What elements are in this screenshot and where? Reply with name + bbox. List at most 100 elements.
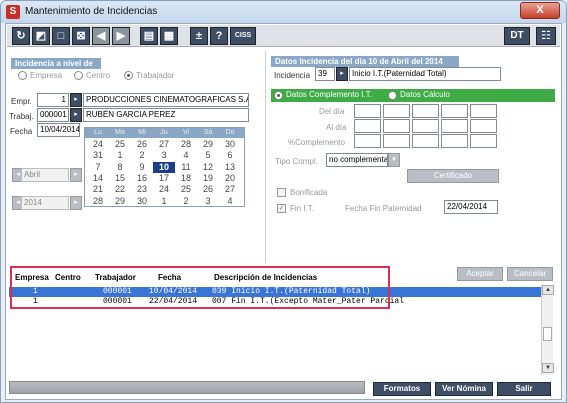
calendar-day[interactable]: 14 xyxy=(87,173,109,184)
refresh-icon[interactable]: ↻ xyxy=(12,27,30,45)
calendar-day[interactable]: 23 xyxy=(131,184,153,195)
year-next-button[interactable]: ▸ xyxy=(70,196,82,210)
empr-lookup-button[interactable]: ▸ xyxy=(70,93,82,107)
calendar-day[interactable]: 24 xyxy=(87,139,109,150)
complemento-field-1[interactable] xyxy=(354,134,381,148)
calendar-day[interactable]: 17 xyxy=(153,173,175,184)
calendar-day[interactable]: 27 xyxy=(153,139,175,150)
al-dia-field-4[interactable] xyxy=(441,119,468,133)
calendar-day[interactable]: 24 xyxy=(153,184,175,195)
certificado-button[interactable]: Certificado xyxy=(407,169,499,183)
new-record-icon[interactable]: □ xyxy=(52,27,70,45)
fin-it-checkbox[interactable]: ✓ xyxy=(277,204,286,213)
calendar-day[interactable]: 5 xyxy=(197,150,219,161)
calendar-day[interactable]: 3 xyxy=(153,150,175,161)
calendar-day[interactable]: 30 xyxy=(219,139,241,150)
calendar-day[interactable]: 1 xyxy=(109,150,131,161)
calendar-day[interactable]: 29 xyxy=(109,196,131,207)
calendar-day[interactable]: 9 xyxy=(131,162,153,173)
calendar-day[interactable]: 2 xyxy=(175,196,197,207)
calendar-day[interactable]: 19 xyxy=(197,173,219,184)
horizontal-scrollbar[interactable] xyxy=(9,381,365,394)
incidencia-code-field[interactable]: 39 xyxy=(315,67,335,81)
trabaj-lookup-button[interactable]: ▸ xyxy=(70,108,82,122)
al-dia-field-2[interactable] xyxy=(383,119,410,133)
calendar-day[interactable]: 31 xyxy=(87,150,109,161)
next-icon[interactable]: ▶ xyxy=(112,27,130,45)
calendar-day[interactable]: 18 xyxy=(175,173,197,184)
settings-icon[interactable]: ☷ xyxy=(536,27,556,45)
fecha-field[interactable]: 10/04/2014 xyxy=(37,123,80,137)
calendar-day[interactable]: 7 xyxy=(87,162,109,173)
calendar-day[interactable]: 20 xyxy=(219,173,241,184)
formatos-button[interactable]: Formatos xyxy=(373,382,431,396)
scroll-up-icon[interactable]: ▲ xyxy=(542,285,554,295)
scroll-thumb[interactable] xyxy=(543,327,552,341)
calendar-day[interactable]: 3 xyxy=(197,196,219,207)
al-dia-field-1[interactable] xyxy=(354,119,381,133)
radio-empresa[interactable] xyxy=(18,71,27,80)
calendar-day[interactable]: 22 xyxy=(109,184,131,195)
calendar-day[interactable]: 30 xyxy=(131,196,153,207)
calendar-day[interactable]: 13 xyxy=(219,162,241,173)
chevron-down-icon[interactable]: ▾ xyxy=(388,153,400,167)
complemento-field-3[interactable] xyxy=(412,134,439,148)
calendar-day[interactable]: 25 xyxy=(175,184,197,195)
calendar-day[interactable]: 29 xyxy=(197,139,219,150)
aceptar-button[interactable]: Aceptar xyxy=(457,267,503,281)
calendar-day[interactable]: 11 xyxy=(175,162,197,173)
calendar-day[interactable]: 15 xyxy=(109,173,131,184)
del-dia-field-4[interactable] xyxy=(441,104,468,118)
edit-icon[interactable]: ◩ xyxy=(32,27,50,45)
calendar-day[interactable]: 1 xyxy=(153,196,175,207)
calendar-day[interactable]: 8 xyxy=(109,162,131,173)
calendar-day[interactable]: 10 xyxy=(153,161,175,173)
calendar-day[interactable]: 16 xyxy=(131,173,153,184)
calendar-day[interactable]: 27 xyxy=(219,184,241,195)
calendar-day[interactable]: 25 xyxy=(109,139,131,150)
calendar-day[interactable]: 28 xyxy=(87,196,109,207)
ciss-button[interactable]: CISS xyxy=(230,27,256,45)
del-dia-field-5[interactable] xyxy=(470,104,497,118)
calendar-day[interactable]: 2 xyxy=(131,150,153,161)
calendar-day[interactable]: 26 xyxy=(131,139,153,150)
dt-button[interactable]: DT xyxy=(504,27,530,45)
radio-datos-calculo[interactable] xyxy=(388,91,397,100)
cancelar-button[interactable]: Cancelar xyxy=(507,267,553,281)
calendar-day[interactable]: 21 xyxy=(87,184,109,195)
delete-icon[interactable]: ⊠ xyxy=(72,27,90,45)
print-icon[interactable]: ▤ xyxy=(140,27,158,45)
empr-field[interactable]: 1 xyxy=(37,93,69,107)
scroll-down-icon[interactable]: ▼ xyxy=(542,363,554,373)
table-vertical-scrollbar[interactable]: ▲ ▼ xyxy=(541,285,554,375)
month-next-button[interactable]: ▸ xyxy=(70,168,82,182)
del-dia-field-2[interactable] xyxy=(383,104,410,118)
trabaj-field[interactable]: 000001 xyxy=(37,108,69,122)
calendar-day[interactable]: 26 xyxy=(197,184,219,195)
salir-button[interactable]: Salir xyxy=(497,382,551,396)
previous-icon[interactable]: ◀ xyxy=(92,27,110,45)
complemento-field-2[interactable] xyxy=(383,134,410,148)
bonificada-checkbox[interactable] xyxy=(277,188,286,197)
complemento-field-5[interactable] xyxy=(470,134,497,148)
radio-trabajador[interactable] xyxy=(124,71,133,80)
close-button[interactable]: X xyxy=(520,2,560,19)
calendar-day[interactable]: 28 xyxy=(175,139,197,150)
help-icon[interactable]: ? xyxy=(210,27,228,45)
al-dia-field-5[interactable] xyxy=(470,119,497,133)
radio-centro[interactable] xyxy=(74,71,83,80)
ver-nomina-button[interactable]: Ver Nómina xyxy=(435,382,493,396)
radio-datos-complemento[interactable] xyxy=(274,91,283,100)
calendar-day[interactable]: 12 xyxy=(197,162,219,173)
fecha-fin-field[interactable]: 22/04/2014 xyxy=(444,200,498,214)
complemento-field-4[interactable] xyxy=(441,134,468,148)
del-dia-field-1[interactable] xyxy=(354,104,381,118)
calculator-icon[interactable]: ± xyxy=(190,27,208,45)
calendar-day[interactable]: 4 xyxy=(175,150,197,161)
incidencia-lookup-button[interactable]: ▸ xyxy=(336,67,348,81)
calendar-day[interactable]: 6 xyxy=(219,150,241,161)
preview-icon[interactable]: ▦ xyxy=(160,27,178,45)
al-dia-field-3[interactable] xyxy=(412,119,439,133)
calendar-day[interactable]: 4 xyxy=(219,196,241,207)
tipo-compl-select[interactable]: no complementa xyxy=(326,153,388,167)
